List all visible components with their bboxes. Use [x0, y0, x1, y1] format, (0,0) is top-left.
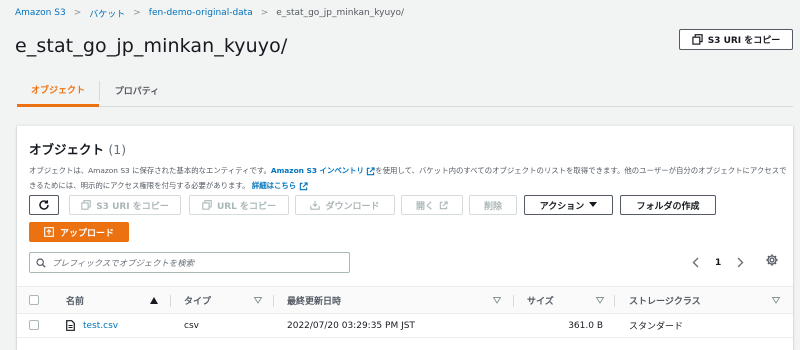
caret-down-icon: [589, 202, 598, 207]
create-folder-button[interactable]: フォルダの作成: [620, 195, 716, 215]
breadcrumb: Amazon S3 > バケット > fen-demo-original-dat…: [15, 6, 404, 20]
search-icon: [36, 257, 46, 268]
column-header-type[interactable]: タイプ: [184, 287, 211, 314]
table-header: 名前 タイプ 最終更新日時 サイズ ストレージクラス: [17, 286, 793, 314]
panel-description: オブジェクトは、Amazon S3 に保存された基本的なエンティティです。Ama…: [29, 163, 789, 193]
column-divider: [273, 295, 274, 307]
delete-label: 削除: [483, 201, 502, 212]
cell-size: 361.0 B: [568, 320, 603, 331]
copy-s3-uri-label: S3 URI をコピー: [707, 36, 781, 46]
tab-objects[interactable]: オブジェクト: [17, 75, 99, 107]
tab-bar: オブジェクト プロパティ: [17, 75, 793, 107]
external-link-icon: [367, 166, 375, 175]
page-title: e_stat_go_jp_minkan_kyuyo/: [15, 35, 288, 57]
chevron-right-icon: >: [133, 8, 141, 18]
object-count: (1): [108, 142, 127, 157]
external-link-icon: [299, 181, 308, 190]
copy-s3-uri-button[interactable]: S3 URI をコピー: [679, 29, 793, 50]
cell-type: csv: [184, 320, 199, 331]
page-number[interactable]: 1: [715, 258, 721, 268]
copy-s3-uri-toolbar-label: S3 URI をコピー: [96, 201, 169, 212]
sort-icon[interactable]: [772, 297, 780, 304]
copy-url-button[interactable]: URL をコピー: [189, 195, 289, 215]
refresh-button[interactable]: [29, 195, 59, 215]
copy-s3-uri-toolbar-button[interactable]: S3 URI をコピー: [69, 195, 181, 215]
chevron-left-icon[interactable]: [692, 257, 699, 268]
delete-button[interactable]: 削除: [469, 195, 517, 215]
file-name-link[interactable]: test.csv: [83, 314, 118, 337]
chevron-right-icon: >: [73, 8, 82, 18]
copy-icon: [692, 34, 703, 45]
copy-url-label: URL をコピー: [216, 201, 277, 212]
objects-panel: オブジェクト (1) オブジェクトは、Amazon S3 に保存された基本的なエ…: [17, 125, 793, 350]
open-button[interactable]: 開く: [401, 195, 463, 215]
download-icon: [310, 200, 321, 210]
tab-divider: [99, 81, 100, 101]
upload-icon: [44, 227, 54, 237]
sort-icon[interactable]: [493, 297, 501, 304]
chevron-right-icon: >: [260, 8, 269, 18]
upload-button[interactable]: アップロード: [29, 222, 129, 242]
pagination: 1: [692, 252, 744, 273]
actions-label: アクション: [539, 201, 585, 212]
search-input[interactable]: [52, 257, 332, 268]
inventory-link[interactable]: Amazon S3 インベントリ: [271, 166, 364, 175]
copy-icon: [202, 200, 212, 210]
download-label: ダウンロード: [325, 201, 380, 212]
download-button[interactable]: ダウンロード: [295, 195, 395, 215]
column-divider: [614, 295, 615, 307]
column-divider: [513, 295, 514, 307]
external-link-icon: [439, 200, 448, 209]
chevron-right-icon[interactable]: [737, 257, 744, 268]
table-row[interactable]: test.csv csv 2022/07/20 03:29:35 PM JST …: [17, 314, 793, 338]
column-header-storage-class[interactable]: ストレージクラス: [629, 287, 701, 314]
learn-more-link[interactable]: 詳細はこちら: [252, 181, 296, 190]
actions-dropdown[interactable]: アクション: [524, 195, 613, 215]
gear-icon[interactable]: [765, 253, 779, 267]
breadcrumb-link-bucket[interactable]: fen-demo-original-data: [149, 8, 253, 18]
desc-text-1: オブジェクトは、Amazon S3 に保存された基本的なエンティティです。: [29, 166, 271, 175]
breadcrumb-link-buckets[interactable]: バケット: [89, 7, 125, 20]
create-folder-label: フォルダの作成: [636, 201, 700, 212]
column-divider: [170, 295, 171, 307]
cell-last-modified: 2022/07/20 03:29:35 PM JST: [287, 320, 415, 331]
row-checkbox[interactable]: [29, 320, 39, 330]
refresh-icon: [39, 200, 49, 210]
panel-title-text: オブジェクト: [29, 142, 105, 157]
select-all-checkbox[interactable]: [29, 295, 39, 305]
copy-icon: [81, 200, 91, 210]
upload-label: アップロード: [59, 228, 114, 239]
cell-storage-class: スタンダード: [629, 322, 684, 332]
file-icon: [66, 320, 75, 331]
column-header-name[interactable]: 名前: [66, 287, 84, 314]
tab-properties[interactable]: プロパティ: [102, 75, 172, 106]
column-header-size[interactable]: サイズ: [527, 287, 554, 314]
open-label: 開く: [415, 201, 434, 212]
sort-icon[interactable]: [254, 297, 262, 304]
sort-icon[interactable]: [596, 297, 604, 304]
breadcrumb-current: e_stat_go_jp_minkan_kyuyo/: [276, 8, 405, 18]
search-box: [29, 252, 350, 273]
breadcrumb-link-s3[interactable]: Amazon S3: [15, 8, 66, 18]
column-header-last-modified[interactable]: 最終更新日時: [287, 287, 341, 314]
sort-ascending-icon[interactable]: [150, 297, 158, 304]
panel-title: オブジェクト (1): [29, 139, 126, 158]
